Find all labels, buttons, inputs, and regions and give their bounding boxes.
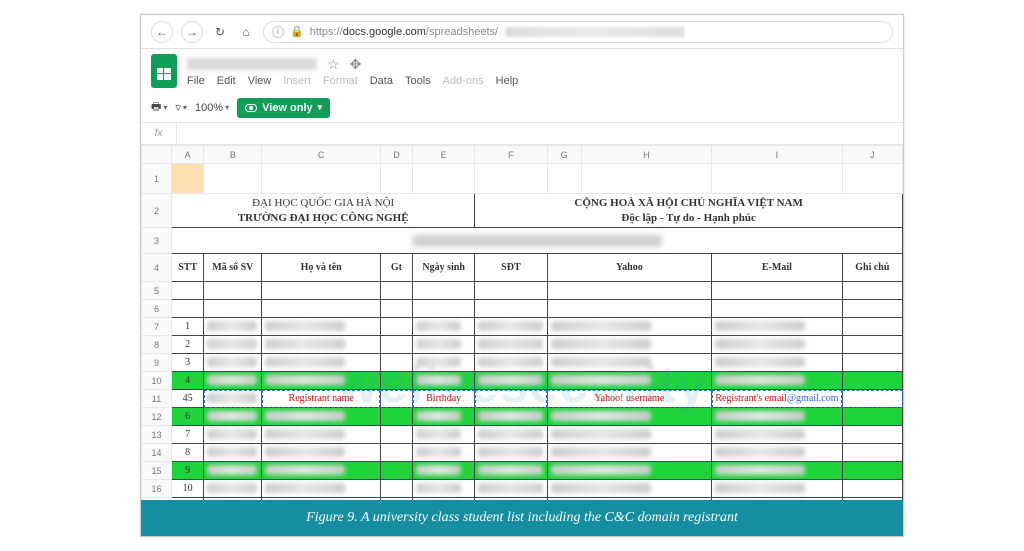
spreadsheet-grid[interactable]: welivesecurity A B C: [141, 145, 903, 536]
browser-toolbar: ← → ↻ ⌂ i 🔒 https://docs.google.com/spre…: [141, 15, 903, 49]
view-only-button[interactable]: View only ▾: [237, 98, 330, 118]
table-row[interactable]: 137: [142, 426, 903, 444]
cell-a1[interactable]: [172, 164, 204, 194]
app-header: ☆ ✥ File Edit View Insert Format Data Tools Add…: [141, 49, 903, 93]
row-header[interactable]: 16: [142, 480, 172, 498]
row-header[interactable]: 14: [142, 444, 172, 462]
table-row[interactable]: 93: [142, 354, 903, 372]
col-header[interactable]: H: [581, 146, 712, 164]
row-header[interactable]: 10: [142, 372, 172, 390]
nav-reload-button[interactable]: ↻: [211, 21, 229, 43]
star-icon[interactable]: ☆: [327, 56, 340, 73]
select-all-corner[interactable]: [142, 146, 172, 164]
col-header[interactable]: F: [475, 146, 547, 164]
col-header[interactable]: C: [262, 146, 380, 164]
secondary-toolbar: 🖶 ▾ ▿ ▾ 100% ▾ View only ▾: [141, 93, 903, 123]
table-row[interactable]: 159: [142, 462, 903, 480]
formula-bar: fx: [141, 123, 903, 145]
nav-forward-button[interactable]: →: [181, 21, 203, 43]
row-header[interactable]: 12: [142, 408, 172, 426]
col-header[interactable]: G: [547, 146, 581, 164]
url-bar[interactable]: i 🔒 https://docs.google.com/spreadsheets…: [263, 21, 893, 43]
row-header[interactable]: 7: [142, 318, 172, 336]
col-header[interactable]: B: [204, 146, 262, 164]
row-header[interactable]: 1: [142, 164, 172, 194]
sheet-title-redacted: [412, 235, 662, 247]
table-row[interactable]: 71: [142, 318, 903, 336]
figure-caption: Figure 9. A university class student lis…: [141, 500, 903, 536]
menu-insert: Insert: [283, 75, 311, 87]
menu-edit[interactable]: Edit: [217, 75, 236, 87]
menu-data[interactable]: Data: [370, 75, 393, 87]
col-header[interactable]: A: [172, 146, 204, 164]
row-header[interactable]: 15: [142, 462, 172, 480]
column-header-row: A B C D E F G H I J: [142, 146, 903, 164]
table-row[interactable]: 148: [142, 444, 903, 462]
row-header[interactable]: 9: [142, 354, 172, 372]
url-text: https://docs.google.com/spreadsheets/: [310, 26, 685, 38]
eye-icon: [245, 104, 257, 112]
nav-home-button[interactable]: ⌂: [237, 21, 255, 43]
table-row[interactable]: 104: [142, 372, 903, 390]
row-header[interactable]: 11: [142, 390, 172, 408]
col-header[interactable]: D: [380, 146, 412, 164]
row-header[interactable]: 2: [142, 194, 172, 228]
menu-file[interactable]: File: [187, 75, 205, 87]
table-row[interactable]: 82: [142, 336, 903, 354]
menu-view[interactable]: View: [248, 75, 272, 87]
lock-icon: 🔒: [290, 25, 304, 38]
zoom-dropdown[interactable]: 100% ▾: [195, 102, 229, 114]
col-header[interactable]: E: [413, 146, 475, 164]
row-header[interactable]: 5: [142, 282, 172, 300]
menu-format: Format: [323, 75, 358, 87]
menu-add-ons: Add-ons: [443, 75, 484, 87]
table-row[interactable]: 126: [142, 408, 903, 426]
row-header[interactable]: 8: [142, 336, 172, 354]
fx-label: fx: [141, 123, 177, 144]
filter-button[interactable]: ▿ ▾: [175, 101, 187, 114]
screenshot-frame: ← → ↻ ⌂ i 🔒 https://docs.google.com/spre…: [140, 14, 904, 537]
menu-tools[interactable]: Tools: [405, 75, 431, 87]
sheets-logo-icon[interactable]: [151, 54, 177, 88]
col-header[interactable]: I: [712, 146, 843, 164]
move-folder-icon[interactable]: ✥: [350, 56, 362, 73]
row-header[interactable]: 13: [142, 426, 172, 444]
formula-input[interactable]: [177, 123, 903, 144]
print-button[interactable]: 🖶 ▾: [151, 98, 167, 117]
row-header[interactable]: 6: [142, 300, 172, 318]
chevron-down-icon: ▾: [318, 102, 323, 113]
menu-bar: File Edit View Insert Format Data Tools Add-ons…: [187, 75, 518, 87]
doc-title-redacted: [187, 58, 317, 70]
menu-help[interactable]: Help: [496, 75, 519, 87]
table-row[interactable]: 1610: [142, 480, 903, 498]
col-header[interactable]: J: [842, 146, 902, 164]
row-header[interactable]: 3: [142, 228, 172, 254]
nav-back-button[interactable]: ←: [151, 21, 173, 43]
table-row[interactable]: 1145Registrant nameBirthdayYahoo! userna…: [142, 390, 903, 408]
url-redacted: [505, 27, 685, 37]
page-info-icon[interactable]: i: [272, 26, 284, 38]
row-header[interactable]: 4: [142, 254, 172, 282]
